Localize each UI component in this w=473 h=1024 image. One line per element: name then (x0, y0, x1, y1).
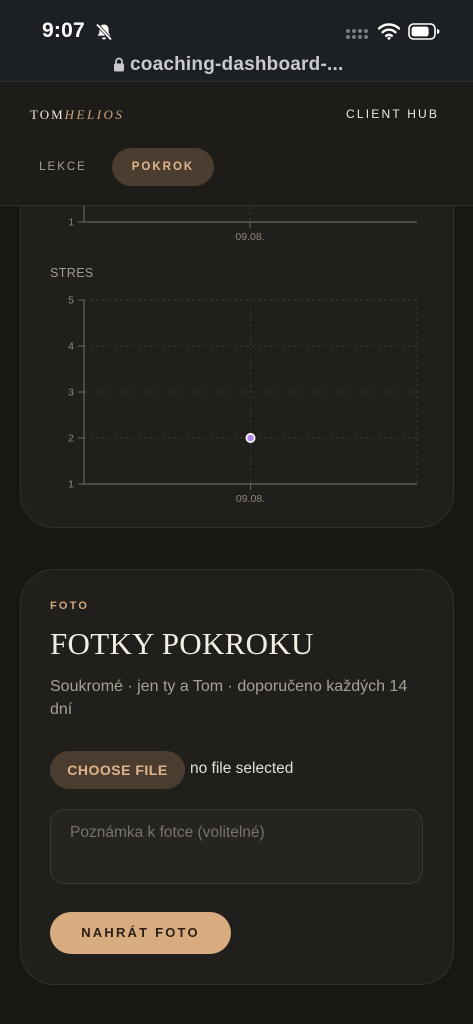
previous-metric-chart: 1 09.08. (68, 200, 417, 243)
stres-chart-title: STRES (50, 266, 94, 280)
tab-lekce[interactable]: LEKCE (26, 148, 100, 186)
status-bar: 9:07 (0, 0, 473, 46)
y-tick-label: 2 (68, 433, 74, 445)
x-tick-label: 09.08. (236, 493, 265, 505)
chart-y-ticks: 1 2 3 4 5 (68, 295, 84, 491)
client-hub-label: CLIENT HUB (346, 107, 440, 121)
section-eyebrow: FOTO (50, 600, 90, 612)
section-subtitle: Soukromé · jen ty a Tom · doporučeno kaž… (50, 678, 408, 718)
chart-grid (84, 299, 418, 484)
wifi-icon (378, 23, 400, 40)
app-header: TOMHELIOS CLIENT HUB LEKCE POKROK (0, 82, 473, 206)
chart-points (245, 433, 256, 443)
cellular-signal-icon (346, 29, 368, 39)
upload-photo-button[interactable]: NAHRÁT FOTO (50, 912, 231, 954)
y-tick-label: 3 (68, 387, 74, 399)
stres-chart: 1 2 3 4 5 09.08. (68, 295, 418, 505)
data-point[interactable] (247, 434, 254, 442)
y-tick-label: 4 (68, 341, 74, 353)
section-title: FOTKY POKROKU (50, 626, 314, 661)
page-url: coaching-dashboard-... (130, 54, 344, 75)
previous-chart-x-label: 09.08. (235, 231, 264, 243)
y-tick-label: 5 (68, 295, 74, 307)
tab-pokrok[interactable]: POKROK (112, 148, 214, 186)
brand-second: HELIOS (64, 107, 125, 122)
previous-chart-y-tick: 1 (68, 218, 74, 229)
lock-icon (114, 57, 124, 72)
battery-icon (408, 23, 440, 40)
chart-x-labels: 09.08. (236, 484, 265, 505)
bell-muted-icon (95, 23, 113, 41)
browser-address-bar[interactable]: coaching-dashboard-... (0, 46, 473, 82)
y-tick-label: 1 (68, 479, 74, 491)
brand-first: TOM (30, 107, 65, 122)
file-status: no file selected (190, 760, 294, 777)
status-time: 9:07 (42, 19, 85, 42)
brand-logo[interactable]: TOMHELIOS (30, 107, 124, 123)
choose-file-button[interactable]: CHOOSE FILE (50, 751, 185, 789)
photo-note-input[interactable] (50, 809, 423, 884)
